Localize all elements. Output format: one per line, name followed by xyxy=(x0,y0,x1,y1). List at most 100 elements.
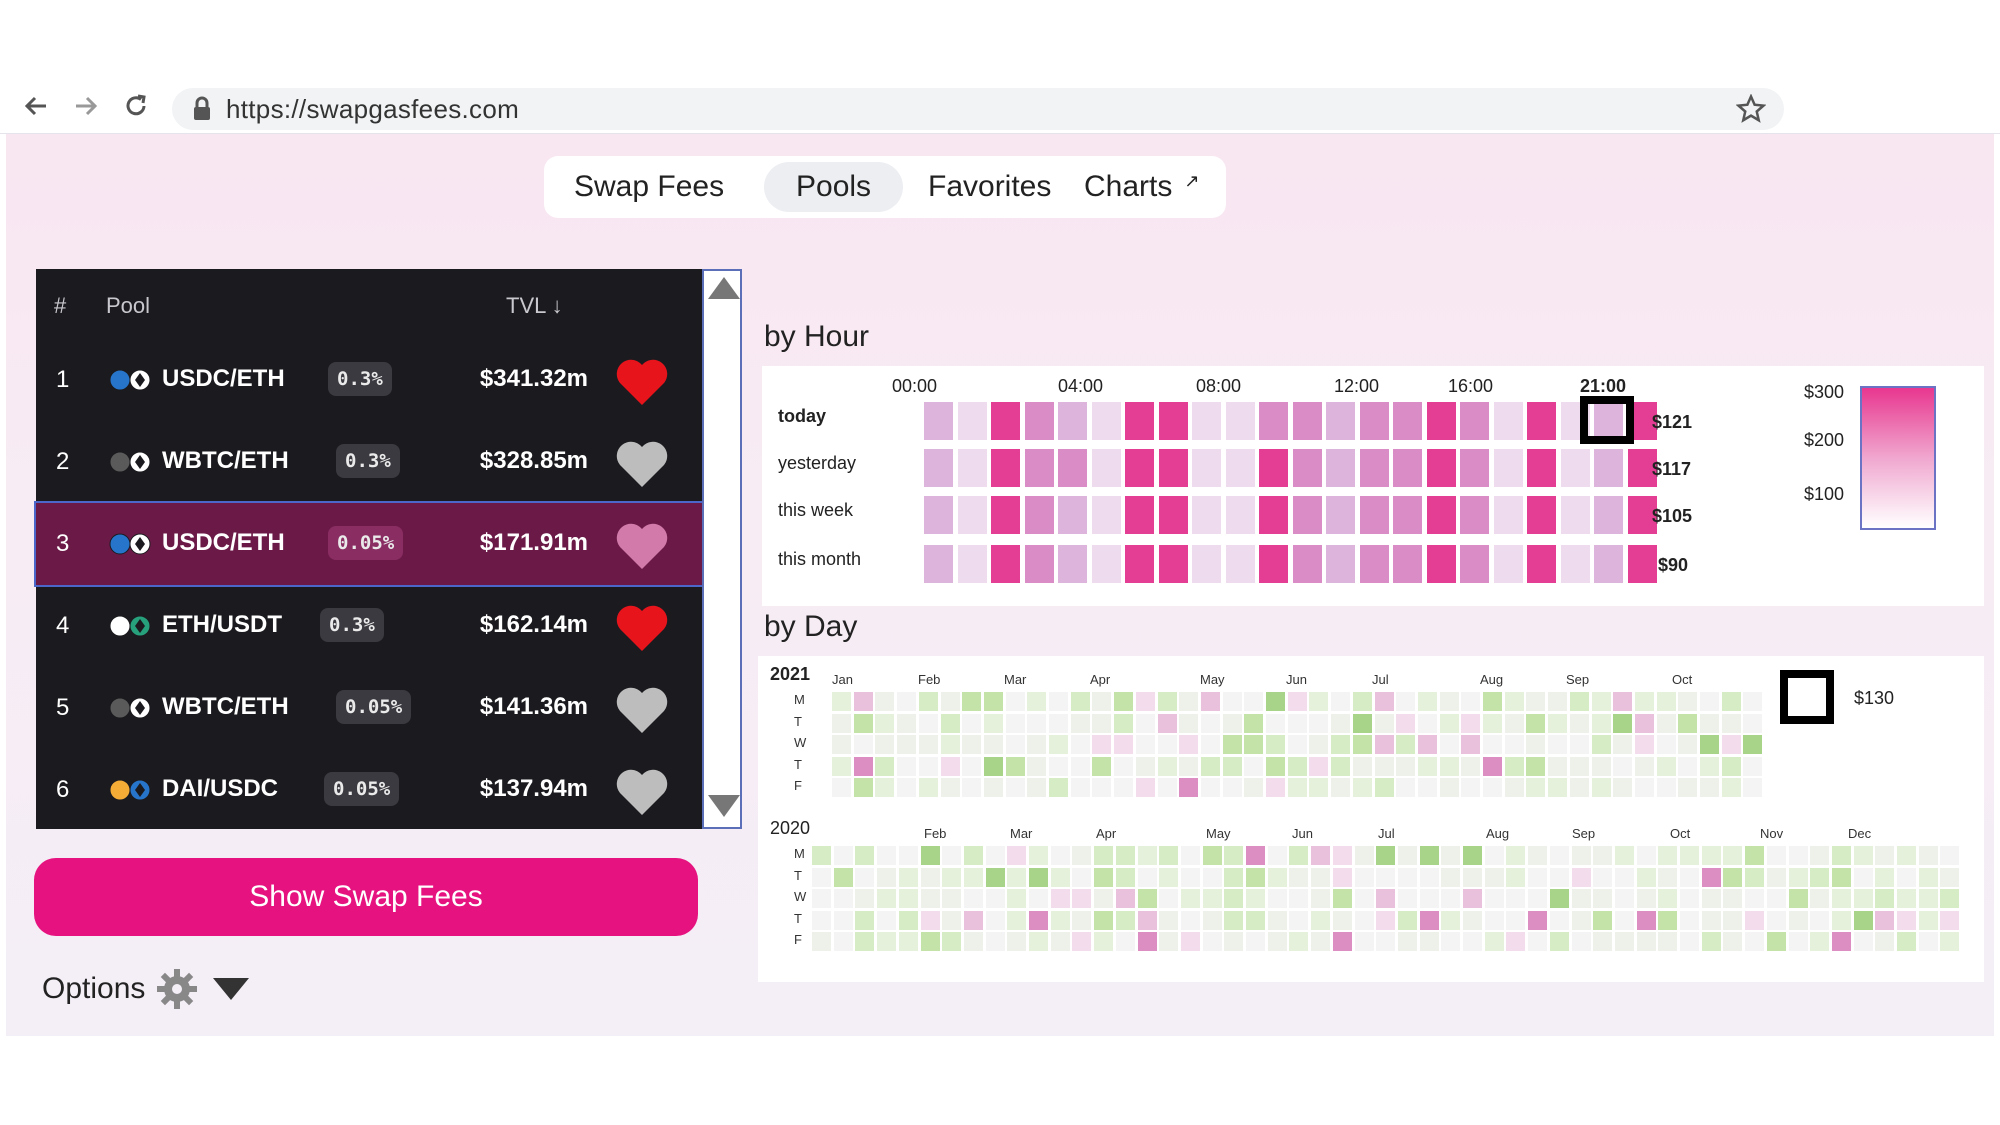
hour-cell[interactable] xyxy=(1024,496,1054,534)
day-cell[interactable] xyxy=(1094,910,1114,930)
hour-cell[interactable] xyxy=(924,402,953,440)
hour-cell[interactable] xyxy=(1125,496,1154,534)
day-cell[interactable] xyxy=(1224,932,1244,952)
show-swap-fees-button[interactable]: Show Swap Fees xyxy=(34,858,698,936)
hour-cell[interactable] xyxy=(957,449,987,487)
day-cell[interactable] xyxy=(1200,692,1220,711)
day-cell[interactable] xyxy=(1376,932,1396,952)
day-cell[interactable] xyxy=(1180,867,1200,887)
day-cell[interactable] xyxy=(983,692,1003,711)
day-cell[interactable] xyxy=(1680,846,1699,865)
day-cell[interactable] xyxy=(833,889,853,909)
day-cell[interactable] xyxy=(898,867,918,887)
chevron-down-icon[interactable] xyxy=(213,978,250,1000)
day-cell[interactable] xyxy=(1267,932,1287,952)
day-cell[interactable] xyxy=(875,713,895,733)
day-cell[interactable] xyxy=(1656,692,1676,711)
day-cell[interactable] xyxy=(962,756,982,776)
back-icon[interactable] xyxy=(16,86,56,126)
day-cell[interactable] xyxy=(1376,910,1396,930)
day-cell[interactable] xyxy=(918,778,938,798)
day-cell[interactable] xyxy=(1484,889,1504,909)
day-cell[interactable] xyxy=(1766,932,1786,952)
day-cell[interactable] xyxy=(1463,867,1482,887)
day-cell[interactable] xyxy=(1159,932,1179,952)
day-cell[interactable] xyxy=(1743,692,1763,711)
day-cell[interactable] xyxy=(833,932,853,952)
day-cell[interactable] xyxy=(1439,756,1459,776)
day-cell[interactable] xyxy=(1180,889,1200,909)
day-cell[interactable] xyxy=(1376,867,1396,887)
hour-cell[interactable] xyxy=(1326,496,1355,534)
day-cell[interactable] xyxy=(1244,735,1264,755)
hour-cell[interactable] xyxy=(1192,545,1221,583)
day-cell[interactable] xyxy=(1331,713,1351,733)
day-cell[interactable] xyxy=(1374,692,1394,711)
day-cell[interactable] xyxy=(1723,846,1743,865)
day-cell[interactable] xyxy=(940,778,960,798)
day-cell[interactable] xyxy=(1179,692,1199,711)
day-cell[interactable] xyxy=(1374,778,1394,798)
day-cell[interactable] xyxy=(1137,889,1157,909)
day-cell[interactable] xyxy=(1831,910,1851,930)
day-cell[interactable] xyxy=(942,867,962,887)
day-cell[interactable] xyxy=(1222,713,1242,733)
day-cell[interactable] xyxy=(962,735,982,755)
day-cell[interactable] xyxy=(1831,846,1851,865)
day-cell[interactable] xyxy=(1092,713,1112,733)
day-cell[interactable] xyxy=(1940,889,1960,909)
hour-cell[interactable] xyxy=(1259,402,1288,440)
day-cell[interactable] xyxy=(1613,713,1633,733)
day-cell[interactable] xyxy=(1180,910,1200,930)
day-cell[interactable] xyxy=(942,846,962,865)
day-cell[interactable] xyxy=(1266,735,1285,755)
hour-cell[interactable] xyxy=(1527,545,1556,583)
day-cell[interactable] xyxy=(1115,867,1135,887)
day-cell[interactable] xyxy=(1374,756,1394,776)
day-cell[interactable] xyxy=(1397,932,1417,952)
hour-cell[interactable] xyxy=(1292,402,1322,440)
day-cell[interactable] xyxy=(1723,910,1743,930)
hour-cell[interactable] xyxy=(1426,402,1456,440)
day-cell[interactable] xyxy=(1289,867,1309,887)
day-cell[interactable] xyxy=(1115,889,1135,909)
day-cell[interactable] xyxy=(1918,867,1938,887)
day-cell[interactable] xyxy=(1743,735,1763,755)
reload-icon[interactable] xyxy=(116,86,156,126)
day-cell[interactable] xyxy=(1157,692,1177,711)
day-cell[interactable] xyxy=(1417,713,1437,733)
day-cell[interactable] xyxy=(833,846,853,865)
day-cell[interactable] xyxy=(1246,889,1265,909)
day-cell[interactable] xyxy=(1745,867,1765,887)
day-cell[interactable] xyxy=(855,910,875,930)
day-cell[interactable] xyxy=(1092,778,1112,798)
day-cell[interactable] xyxy=(1137,867,1157,887)
hour-cell[interactable] xyxy=(1393,545,1422,583)
hour-cell[interactable] xyxy=(1426,496,1456,534)
day-cell[interactable] xyxy=(853,735,873,755)
day-cell[interactable] xyxy=(1634,756,1654,776)
hour-cell[interactable] xyxy=(1359,402,1389,440)
day-cell[interactable] xyxy=(1115,932,1135,952)
day-cell[interactable] xyxy=(1311,867,1331,887)
day-cell[interactable] xyxy=(1788,910,1808,930)
day-cell[interactable] xyxy=(1743,778,1763,798)
day-cell[interactable] xyxy=(1397,867,1417,887)
day-cell[interactable] xyxy=(1918,846,1938,865)
day-cell[interactable] xyxy=(942,889,962,909)
hour-cell[interactable] xyxy=(1493,545,1523,583)
star-icon[interactable] xyxy=(1736,94,1766,124)
day-cell[interactable] xyxy=(1114,735,1134,755)
day-cell[interactable] xyxy=(832,778,851,798)
day-cell[interactable] xyxy=(877,932,897,952)
day-cell[interactable] xyxy=(1027,735,1047,755)
day-cell[interactable] xyxy=(1331,778,1351,798)
day-cell[interactable] xyxy=(1897,867,1916,887)
day-cell[interactable] xyxy=(812,867,831,887)
day-cell[interactable] xyxy=(1050,889,1070,909)
day-cell[interactable] xyxy=(1246,932,1265,952)
day-cell[interactable] xyxy=(1701,867,1721,887)
day-cell[interactable] xyxy=(1222,692,1242,711)
day-cell[interactable] xyxy=(1267,889,1287,909)
day-cell[interactable] xyxy=(1569,735,1589,755)
